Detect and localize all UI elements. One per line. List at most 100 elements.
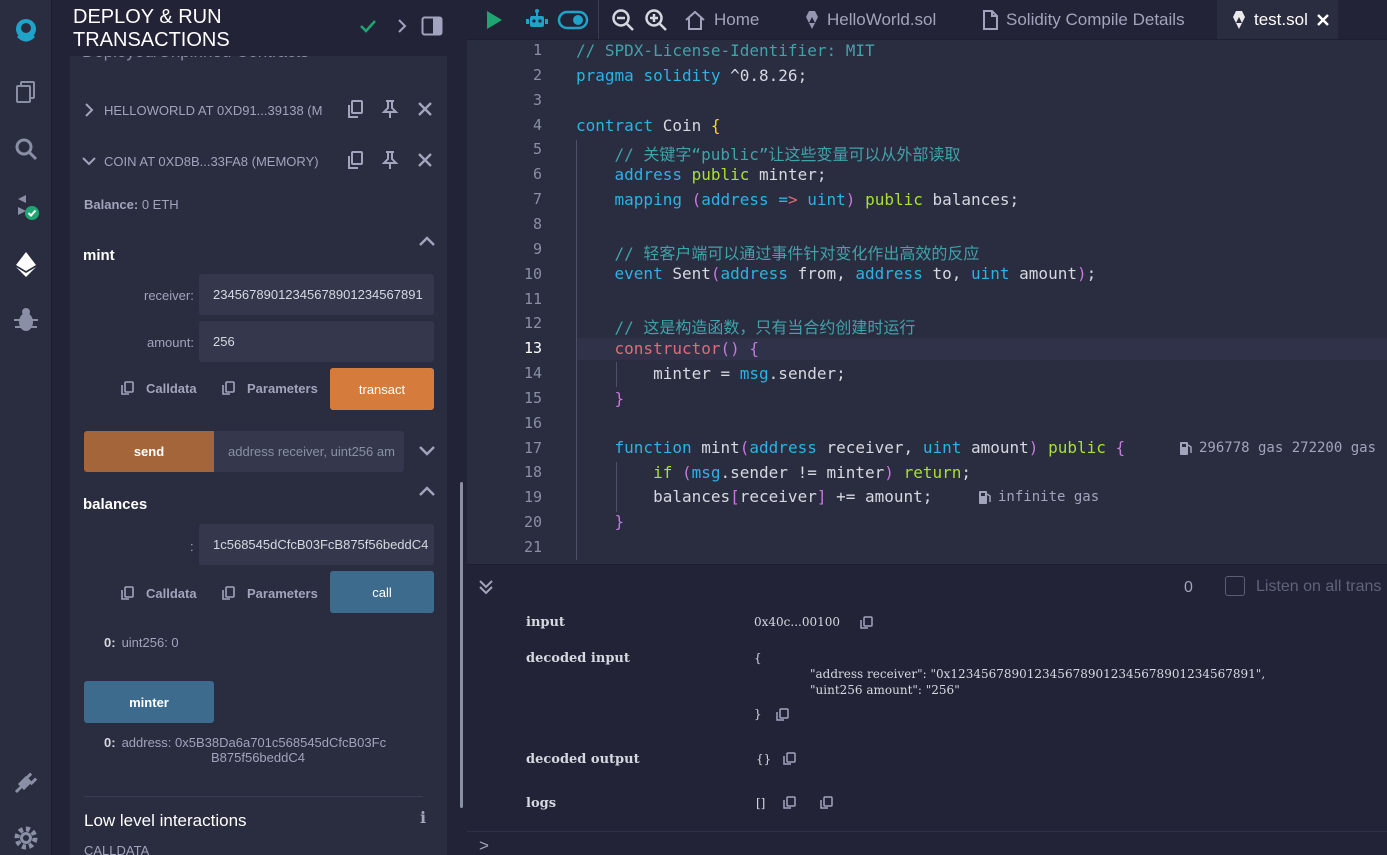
close-tab-icon[interactable] [1316, 13, 1330, 27]
toggle-panel-icon[interactable] [420, 14, 444, 38]
mint-parameters-button[interactable]: Parameters [221, 380, 318, 396]
close-icon[interactable] [414, 98, 436, 120]
calldata-label: Calldata [146, 380, 197, 396]
chevron-up-icon[interactable] [416, 230, 438, 252]
comment-events: // 轻客户端可以通过事件针对变化作出高效的反应 [614, 244, 980, 263]
decoded-output-key: decoded output [526, 752, 640, 767]
chevron-down-icon[interactable] [74, 155, 104, 167]
copy-icon[interactable] [782, 751, 796, 771]
indent-guide [576, 140, 577, 560]
file-explorer-icon[interactable] [0, 70, 52, 114]
chevron-right-icon[interactable] [390, 14, 414, 38]
code-line-4: contract Coin { [576, 116, 721, 135]
input-value: 0x40c...00100 [754, 615, 841, 629]
terminal-toolbar: 0 Listen on all trans [467, 565, 1387, 609]
copy-address-icon[interactable] [344, 98, 366, 120]
balances-address-input[interactable]: 1c568545dCfcB03FcB875f56beddC4 [199, 524, 434, 565]
code-line-13: constructor() { [614, 339, 760, 358]
code-line-5: // 关键字“public”让这些变量可以从外部读取 [576, 141, 961, 165]
tab-label: HelloWorld.sol [827, 9, 937, 29]
result-index: 0: [104, 635, 116, 650]
send-args-input[interactable]: address receiver, uint256 am [214, 431, 404, 472]
transact-button[interactable]: transact [330, 368, 434, 410]
gas-estimate-mint: 296778 gas 272200 gas [1179, 440, 1376, 456]
chevron-right-icon[interactable] [74, 102, 104, 118]
deployed-contracts-list: HELLOWORLD AT 0XD91...39138 (M COIN AT 0… [70, 56, 447, 855]
remix-logo-icon[interactable] [0, 8, 52, 52]
debugger-icon[interactable] [0, 298, 52, 342]
compiler-icon[interactable] [0, 185, 52, 229]
copy-icon [121, 586, 134, 600]
solidity-keyword: solidity [643, 66, 721, 85]
settings-gear-icon[interactable] [0, 816, 52, 855]
run-script-icon[interactable] [484, 0, 504, 39]
license-comment: // SPDX-License-Identifier: MIT [576, 41, 875, 60]
listen-label: Listen on all trans [1256, 578, 1382, 595]
balance-label: Balance: [84, 197, 139, 212]
send-button[interactable]: send [84, 431, 214, 472]
minter-button[interactable]: minter [84, 681, 214, 723]
tab-home[interactable]: Home [684, 0, 759, 39]
receiver-input[interactable]: 23456789012345678901234567891 [199, 274, 434, 315]
decoded-input-close: } [754, 707, 762, 721]
line-number-gutter: 1 2 3 4 5 6 7 8 9 10 11 12 13 14 15 16 17 18 19 20 21 [467, 40, 563, 564]
collapse-terminal-icon[interactable] [478, 578, 494, 601]
zoom-out-icon[interactable] [611, 0, 635, 39]
balance-row: Balance: 0 ETH [84, 197, 179, 212]
calldata-caption: CALLDATA [84, 843, 150, 855]
logs-key: logs [526, 796, 557, 811]
line-number: 13 [523, 339, 542, 358]
balances-calldata-button[interactable]: Calldata [120, 585, 197, 601]
decoded-output-value: {} [756, 752, 772, 766]
call-button[interactable]: call [330, 571, 434, 613]
toggle-switch-icon[interactable] [557, 0, 589, 39]
line-number: 21 [523, 538, 542, 556]
code-line-12: // 这是构造函数，只有当合约创建时运行 [576, 314, 916, 338]
balances-parameters-button[interactable]: Parameters [221, 585, 318, 601]
copy-icon[interactable] [859, 615, 873, 635]
robot-assistant-icon[interactable] [525, 0, 549, 39]
copy-icon[interactable] [819, 795, 833, 815]
copy-icon[interactable] [782, 795, 796, 815]
zoom-in-icon[interactable] [644, 0, 668, 39]
mint-calldata-button[interactable]: Calldata [120, 380, 197, 396]
copy-icon [222, 381, 235, 395]
tab-helloworld-sol[interactable]: HelloWorld.sol [805, 0, 936, 39]
tab-compile-details[interactable]: Solidity Compile Details [982, 0, 1185, 39]
mint-function-title: mint [83, 247, 115, 264]
listen-checkbox[interactable] [1225, 576, 1245, 596]
result-index: 0: [104, 735, 116, 750]
copy-icon[interactable] [775, 707, 789, 727]
line-number: 7 [532, 190, 542, 209]
code-line-15: } [614, 389, 625, 408]
close-icon[interactable] [414, 149, 436, 171]
panel-scrollbar[interactable] [460, 482, 463, 808]
line-number: 11 [523, 289, 542, 308]
decoded-input-line-2: "uint256 amount": "256" [810, 683, 960, 697]
deploy-run-panel: Deployed/Unpinned Contracts DEPLOY & RUN… [52, 0, 466, 855]
chevron-down-icon[interactable] [416, 440, 438, 462]
amount-input[interactable]: 256 [199, 321, 434, 362]
copy-address-icon[interactable] [344, 149, 366, 171]
result-value: uint256: 0 [121, 635, 179, 650]
chevron-up-icon[interactable] [416, 480, 438, 502]
line-number: 5 [532, 140, 542, 159]
info-icon[interactable]: i [420, 808, 426, 827]
code-editor[interactable]: 1 2 3 4 5 6 7 8 9 10 11 12 13 14 15 16 17 18 19 20 21 // SPD… [467, 40, 1387, 564]
tab-label: Solidity Compile Details [1006, 9, 1185, 29]
pin-icon[interactable] [379, 149, 401, 171]
pin-icon[interactable] [379, 98, 401, 120]
code-line-10: event Sent(address from, address to, uin… [614, 264, 1097, 283]
search-icon[interactable] [0, 127, 52, 171]
code-line-17: function mint(address receiver, uint amo… [614, 438, 1126, 457]
plugin-manager-icon[interactable] [0, 760, 52, 804]
code-line-18: if (msg.sender != minter) return; [653, 463, 971, 482]
gas-text: 296778 gas 272200 gas [1199, 440, 1377, 456]
terminal-divider [467, 831, 1387, 832]
line-number: 3 [532, 90, 542, 109]
result-line-1: address: 0x5B38Da6a701c568545dCfcB03Fc [121, 735, 387, 750]
deploy-run-icon[interactable] [0, 242, 52, 286]
code-line-7: mapping (address => uint) public balance… [614, 190, 1020, 209]
terminal-prompt[interactable]: > [479, 836, 489, 855]
tab-test-sol[interactable]: test.sol [1217, 0, 1338, 39]
